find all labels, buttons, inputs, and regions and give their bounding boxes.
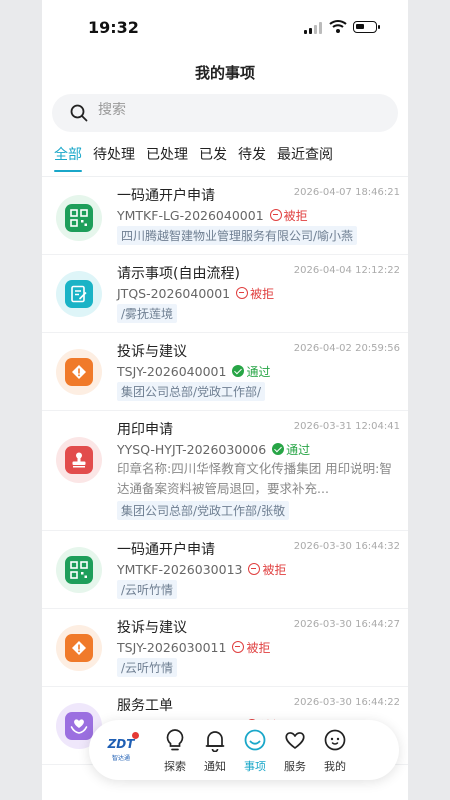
matter-item[interactable]: 一码通开户申请 2026-03-30 16:44:32 YMTKF-20260300… [42, 531, 408, 609]
tab-all[interactable]: 全部 [54, 144, 82, 172]
matter-code-row: YYSQ-HYJT-2026030006 通过 [117, 440, 400, 458]
smile-icon [244, 729, 266, 751]
matter-avatar [56, 271, 102, 317]
matter-code: TSJY-2026030011 [117, 639, 227, 655]
matter-code: JTQS-2026040001 [117, 285, 231, 301]
matter-date: 2026-03-30 16:44:22 [293, 697, 400, 708]
user-face-icon [324, 729, 346, 751]
minus-circle-icon [236, 287, 249, 299]
status-bar: 19:32 [42, 0, 408, 52]
search-input[interactable] [98, 102, 358, 118]
bottom-nav: ZDT 智达通 探索 通知 事项 服务 我的 [89, 720, 399, 780]
matter-department-tag: 四川腾越智建物业管理服务有限公司/喻小燕 [117, 226, 358, 245]
matter-avatar [56, 625, 102, 671]
matter-desc: 印章名称:四川华怿教育文化传播集团 用印说明:智达通备案资料被管局退回，要求补充… [117, 461, 392, 496]
check-circle-icon [232, 365, 245, 377]
complaint-icon [65, 358, 93, 386]
matter-list: 一码通开户申请 2026-04-07 18:46:21 YMTKF-LG-20260… [42, 176, 408, 765]
minus-circle-icon [232, 641, 245, 653]
matter-department-tag: /云听竹情 [117, 658, 178, 677]
check-circle-icon [272, 443, 285, 455]
nav-explore[interactable]: 探索 [155, 728, 195, 774]
matter-date: 2026-03-30 16:44:32 [293, 541, 400, 552]
matter-code-row: YMTKF-LG-2026040001 被拒 [117, 206, 400, 224]
matter-department-tag: /雾抚莲境 [117, 304, 178, 323]
matter-date: 2026-04-07 18:46:21 [293, 187, 400, 198]
matter-department-tag: 集团公司总部/党政工作部/张敬 [117, 501, 290, 520]
minus-circle-icon [248, 563, 261, 575]
status-badge: 被拒 [269, 207, 308, 224]
page-title: 我的事项 [194, 64, 255, 82]
matter-avatar [56, 437, 102, 483]
battery-icon [353, 21, 380, 33]
matter-code-row: TSJY-2026030011 被拒 [117, 638, 400, 656]
matter-item[interactable]: 用印申请 2026-03-31 12:04:41 YYSQ-HYJT-2026030… [42, 411, 408, 531]
matter-code: TSJY-2026040001 [117, 363, 227, 379]
lightbulb-icon [166, 729, 184, 751]
matter-code-row: YMTKF-2026030013 被拒 [117, 560, 400, 578]
wifi-icon [329, 20, 347, 33]
matter-code: YMTKF-2026030013 [117, 561, 243, 577]
seal-stamp-icon [65, 446, 93, 474]
document-edit-icon [65, 280, 93, 308]
qr-code-icon [65, 556, 93, 584]
status-badge: 被拒 [232, 639, 270, 656]
matter-item[interactable]: 一码通开户申请 2026-04-07 18:46:21 YMTKF-LG-20260… [42, 177, 408, 255]
search-icon [70, 104, 88, 122]
status-badge: 通过 [232, 363, 270, 380]
tab-pending[interactable]: 待处理 [93, 144, 135, 172]
signal-icon [304, 22, 322, 34]
nav-service[interactable]: 服务 [275, 728, 315, 774]
matter-code: YMTKF-LG-2026040001 [117, 207, 264, 223]
matter-avatar [56, 195, 102, 241]
matter-item[interactable]: 请示事项(自由流程) 2026-04-04 12:12:22 JTQS-202604… [42, 255, 408, 333]
nav-notify[interactable]: 通知 [195, 728, 235, 774]
filter-tabs: 全部 待处理 已处理 已发 待发 最近查阅 [42, 144, 408, 176]
qr-code-icon [65, 204, 93, 232]
heart-hands-icon [65, 712, 93, 740]
matter-date: 2026-03-30 16:44:27 [293, 619, 400, 630]
tab-recent[interactable]: 最近查阅 [277, 144, 333, 172]
tab-to-send[interactable]: 待发 [238, 144, 266, 172]
matter-code-row: JTQS-2026040001 被拒 [117, 284, 400, 302]
minus-circle-icon [269, 209, 282, 221]
matter-code: YYSQ-HYJT-2026030006 [117, 441, 267, 457]
matter-date: 2026-04-02 20:59:56 [293, 343, 400, 354]
status-badge: 通过 [272, 441, 310, 458]
bell-icon [205, 731, 225, 753]
matter-avatar [56, 547, 102, 593]
status-badge: 被拒 [248, 561, 287, 578]
status-time: 19:32 [88, 18, 139, 37]
nav-mine[interactable]: 我的 [315, 728, 355, 774]
matter-department-tag: 集团公司总部/党政工作部/ [117, 382, 266, 401]
status-badge: 被拒 [236, 285, 274, 302]
matter-code-row: TSJY-2026040001 通过 [117, 362, 400, 380]
tab-sent[interactable]: 已发 [199, 144, 227, 172]
complaint-icon [65, 634, 93, 662]
tab-processed[interactable]: 已处理 [146, 144, 188, 172]
matter-avatar [56, 349, 102, 395]
nav-matters[interactable]: 事项 [235, 728, 275, 774]
matter-department-tag: /云听竹情 [117, 580, 178, 599]
zdt-logo[interactable]: ZDT 智达通 [101, 730, 141, 770]
search-bar[interactable] [52, 94, 398, 132]
matter-item[interactable]: 投诉与建议 2026-03-30 16:44:27 TSJY-2026030011 被… [42, 609, 408, 687]
matter-date: 2026-04-04 12:12:22 [293, 265, 400, 276]
matter-item[interactable]: 投诉与建议 2026-04-02 20:59:56 TSJY-2026040001 通… [42, 333, 408, 411]
notification-dot [132, 732, 139, 739]
heart-icon [285, 732, 305, 749]
phone-screen: 19:32 我的事项 全部 待处理 已处理 已发 待发 最近查阅 一码通开户申请… [42, 0, 408, 800]
matter-date: 2026-03-31 12:04:41 [293, 421, 400, 432]
